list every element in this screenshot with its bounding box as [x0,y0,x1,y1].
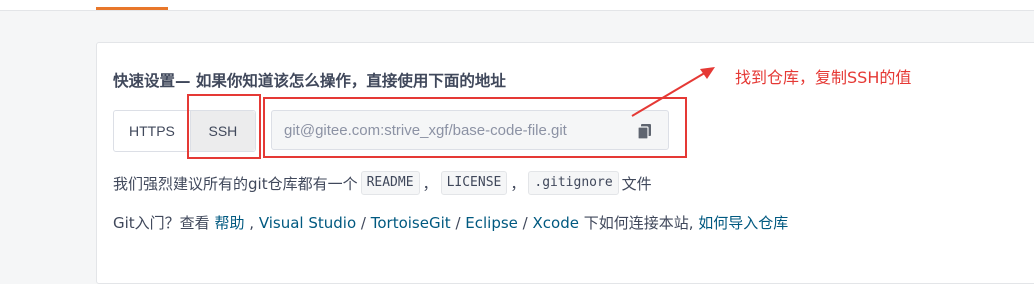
license-chip: LICENSE [440,171,508,195]
gitignore-chip: .gitignore [528,171,619,195]
help-link[interactable]: 帮助 [214,214,244,232]
annotation-note: 找到仓库，复制SSH的值 [735,68,912,87]
xcode-link[interactable]: Xcode [533,214,579,232]
annotation-arrow [631,67,715,117]
visual-studio-link[interactable]: Visual Studio [259,214,356,232]
ssh-highlight-box [187,94,261,159]
separator: ， [422,174,438,193]
top-nav-bar [0,0,1034,11]
readme-chip: README [360,171,420,195]
recommend-suffix: 文件 [621,174,652,193]
https-button[interactable]: HTTPS [114,111,191,151]
tortoisegit-link[interactable]: TortoiseGit [371,214,451,232]
eclipse-link[interactable]: Eclipse [465,214,518,232]
help-prefix: Git入门？查看 [113,214,210,232]
recommend-prefix: 我们强烈建议所有的git仓库都有一个 [113,174,358,193]
recommend-line: 我们强烈建议所有的git仓库都有一个 README ， LICENSE ， .g… [113,170,652,196]
quick-setup-title: 快速设置— 如果你知道该怎么操作，直接使用下面的地址 [113,72,506,90]
import-repo-link[interactable]: 如何导入仓库 [698,214,788,232]
active-tab-indicator [96,7,168,10]
help-middle: 下如何连接本站, [583,214,694,232]
separator: ， [510,174,526,193]
help-line: Git入门？查看 帮助 , Visual Studio / TortoiseGi… [113,214,789,232]
